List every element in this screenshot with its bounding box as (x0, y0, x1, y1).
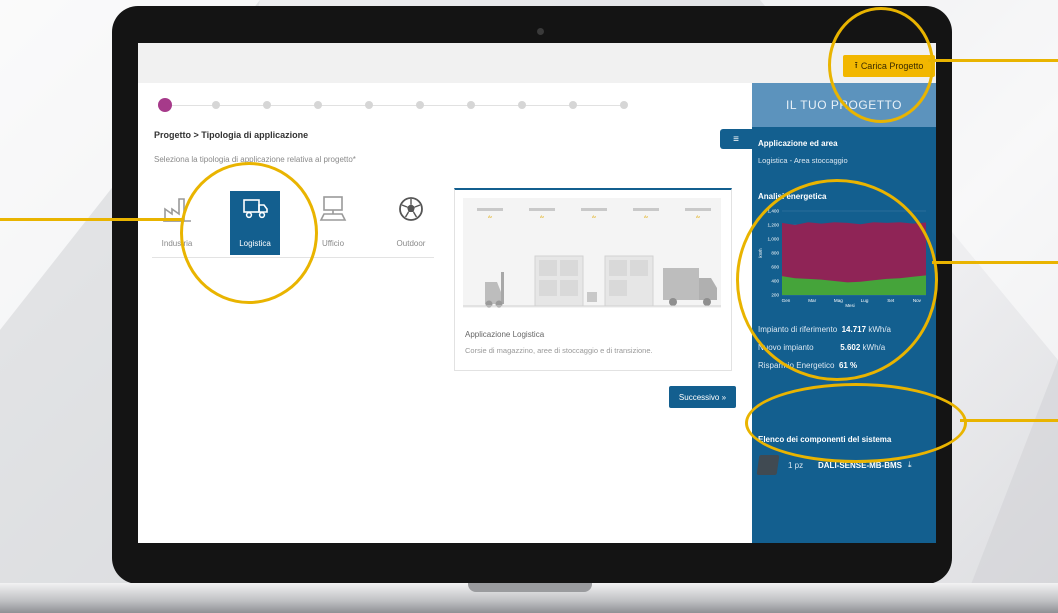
component-qty: 1 pz (788, 461, 804, 470)
laptop-notch (468, 583, 592, 592)
webcam (537, 28, 544, 35)
callout-ring-chart (736, 179, 938, 381)
fixture-label: Ar (488, 214, 493, 219)
fixture-label: Ar (592, 214, 597, 219)
fixture-label: Ar (540, 214, 545, 219)
preview-description: Corsie di magazzino, aree di stoccaggio … (465, 346, 653, 355)
fixture-label: Ar (644, 214, 649, 219)
next-button[interactable]: Successivo » (669, 386, 736, 408)
application-preview: Ar Ar Ar Ar Ar Applicazione Logistica Corsie… (454, 188, 732, 371)
callout-ring-components (745, 383, 967, 463)
soccer-ball-icon (386, 191, 436, 227)
wizard-step (518, 101, 526, 109)
download-icon[interactable]: ⤓ (908, 460, 912, 470)
callout-line-components (960, 419, 1058, 422)
screen-bezel-bottom (138, 543, 936, 569)
wizard-step (365, 101, 373, 109)
ceiling-fixture (633, 208, 659, 211)
wizard-step (569, 101, 577, 109)
ceiling-fixture (581, 208, 607, 211)
panel-toggle-button[interactable]: ≡ (720, 129, 752, 149)
callout-line-chart (932, 261, 1058, 264)
wizard-step (467, 101, 475, 109)
application-heading: Applicazione ed area (758, 139, 838, 148)
component-image (756, 455, 780, 475)
fixture-label: Ar (696, 214, 701, 219)
type-outdoor[interactable]: Outdoor (386, 191, 436, 255)
top-bar (138, 43, 936, 83)
list-icon: ≡ (733, 133, 739, 145)
wizard-step (416, 101, 424, 109)
wizard-step (263, 101, 271, 109)
wizard-line (166, 105, 626, 106)
callout-ring-type (180, 162, 318, 304)
callout-ring-upload (828, 7, 934, 123)
wizard-steps (158, 98, 628, 112)
wizard-step (158, 98, 172, 112)
type-label: Outdoor (396, 239, 426, 248)
ceiling-fixture (685, 208, 711, 211)
preview-title: Applicazione Logistica (465, 330, 545, 339)
wizard-step (212, 101, 220, 109)
warehouse-illustration: Ar Ar Ar Ar Ar (463, 198, 721, 308)
breadcrumb: Progetto > Tipologia di applicazione (154, 130, 309, 140)
application-value: Logistica - Area stoccaggio (758, 156, 848, 165)
wizard-step (620, 101, 628, 109)
ceiling-fixture (529, 208, 555, 211)
ceiling-fixture (477, 208, 503, 211)
wizard-step (314, 101, 322, 109)
callout-line-type (0, 218, 182, 221)
callout-line-upload (928, 59, 1058, 62)
